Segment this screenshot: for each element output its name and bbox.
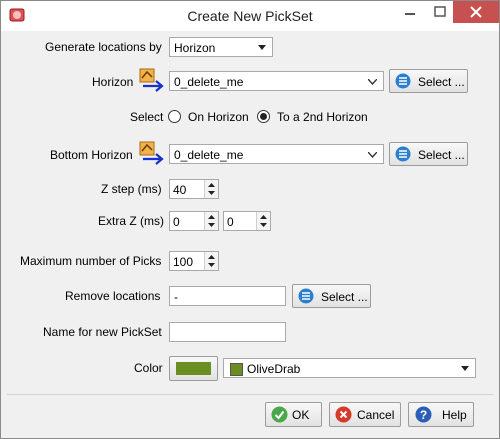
color-label: Color — [134, 361, 163, 375]
extra-z-bottom-spinner[interactable]: 0 — [223, 211, 271, 231]
remove-locations-select-button-label: Select ... — [321, 290, 368, 304]
max-picks-label: Maximum number of Picks — [20, 254, 162, 268]
horizon-value: 0_delete_me — [174, 75, 244, 89]
horizon-select-button[interactable]: Select ... — [389, 69, 468, 93]
extra-z-top-spinner[interactable]: 0 — [169, 211, 219, 231]
help-icon: ? — [415, 406, 432, 423]
chevron-down-icon — [368, 152, 377, 158]
maximize-icon — [434, 6, 446, 17]
color-picker-button[interactable] — [169, 356, 218, 381]
pickset-name-label: Name for new PickSet — [43, 325, 162, 339]
bottom-horizon-value: 0_delete_me — [174, 148, 244, 162]
remove-locations-select-button[interactable]: Select ... — [292, 284, 371, 308]
close-icon — [470, 6, 482, 18]
chevron-down-icon — [368, 79, 377, 85]
ok-button-label: OK — [292, 408, 310, 422]
bottom-horizon-select-button-label: Select ... — [418, 148, 465, 162]
maximize-button[interactable] — [425, 1, 455, 23]
spinner-arrows-icon — [208, 183, 215, 195]
remove-locations-label: Remove locations — [65, 289, 161, 303]
max-picks-spinner[interactable]: 100 — [169, 251, 219, 271]
spinner-arrows-icon — [260, 215, 267, 227]
color-swatch — [176, 362, 211, 375]
radio-selected-dot — [260, 113, 267, 120]
cancel-button[interactable]: Cancel — [329, 402, 401, 427]
ok-button[interactable]: OK — [265, 402, 322, 427]
max-picks-value: 100 — [173, 255, 194, 269]
spinner-arrows-icon — [208, 215, 215, 227]
horizon-label: Horizon — [92, 75, 134, 89]
list-icon — [395, 146, 411, 162]
z-step-arrows[interactable] — [204, 180, 218, 198]
horizon-pick-icon[interactable] — [139, 68, 165, 92]
checkmark-icon — [271, 406, 288, 423]
help-button[interactable]: ? Help — [408, 402, 474, 427]
radio-to-2nd-horizon-label[interactable]: To a 2nd Horizon — [277, 110, 368, 124]
close-button[interactable] — [453, 1, 499, 23]
extra-z-top-value: 0 — [173, 215, 180, 229]
remove-locations-field[interactable]: - — [169, 286, 286, 306]
bottom-horizon-pick-icon[interactable] — [139, 141, 165, 165]
chevron-down-icon — [461, 366, 469, 371]
spinner-arrows-icon — [208, 255, 215, 267]
max-picks-arrows[interactable] — [204, 252, 218, 270]
minimize-button[interactable] — [395, 1, 425, 23]
minimize-icon — [405, 13, 415, 15]
generate-by-value: Horizon — [174, 41, 216, 55]
radio-on-horizon-label[interactable]: On Horizon — [188, 110, 249, 124]
color-select-value: OliveDrab — [247, 362, 301, 376]
pickset-name-input[interactable] — [169, 322, 286, 342]
radio-to-2nd-horizon[interactable] — [257, 110, 270, 123]
help-button-label: Help — [442, 408, 467, 422]
separator — [7, 394, 493, 395]
svg-text:?: ? — [420, 408, 427, 422]
color-select-swatch — [230, 363, 243, 376]
horizon-select-button-label: Select ... — [418, 75, 465, 89]
list-icon — [395, 73, 411, 89]
select-mode-label: Select — [130, 110, 164, 124]
extra-z-bottom-arrows[interactable] — [256, 212, 270, 230]
bottom-horizon-select[interactable]: 0_delete_me — [169, 144, 384, 164]
cancel-icon — [335, 406, 352, 423]
color-select[interactable]: OliveDrab — [223, 358, 476, 378]
extra-z-bottom-value: 0 — [227, 215, 234, 229]
title-bar[interactable]: Create New PickSet — [1, 1, 499, 31]
radio-on-horizon[interactable] — [168, 110, 181, 123]
chevron-down-icon — [258, 45, 266, 50]
extra-z-top-arrows[interactable] — [204, 212, 218, 230]
bottom-horizon-label: Bottom Horizon — [50, 148, 133, 162]
remove-locations-value: - — [174, 290, 178, 304]
create-pickset-dialog: Create New PickSet Generate locations by… — [0, 0, 500, 439]
generate-by-label: Generate locations by — [45, 40, 162, 54]
horizon-select[interactable]: 0_delete_me — [169, 71, 384, 91]
generate-by-select[interactable]: Horizon — [169, 37, 273, 57]
bottom-horizon-select-button[interactable]: Select ... — [389, 142, 468, 166]
z-step-value: 40 — [173, 183, 187, 197]
extra-z-label: Extra Z (ms) — [98, 214, 164, 228]
list-icon — [298, 288, 314, 304]
z-step-spinner[interactable]: 40 — [169, 179, 219, 199]
cancel-button-label: Cancel — [357, 408, 395, 422]
z-step-label: Z step (ms) — [101, 182, 162, 196]
